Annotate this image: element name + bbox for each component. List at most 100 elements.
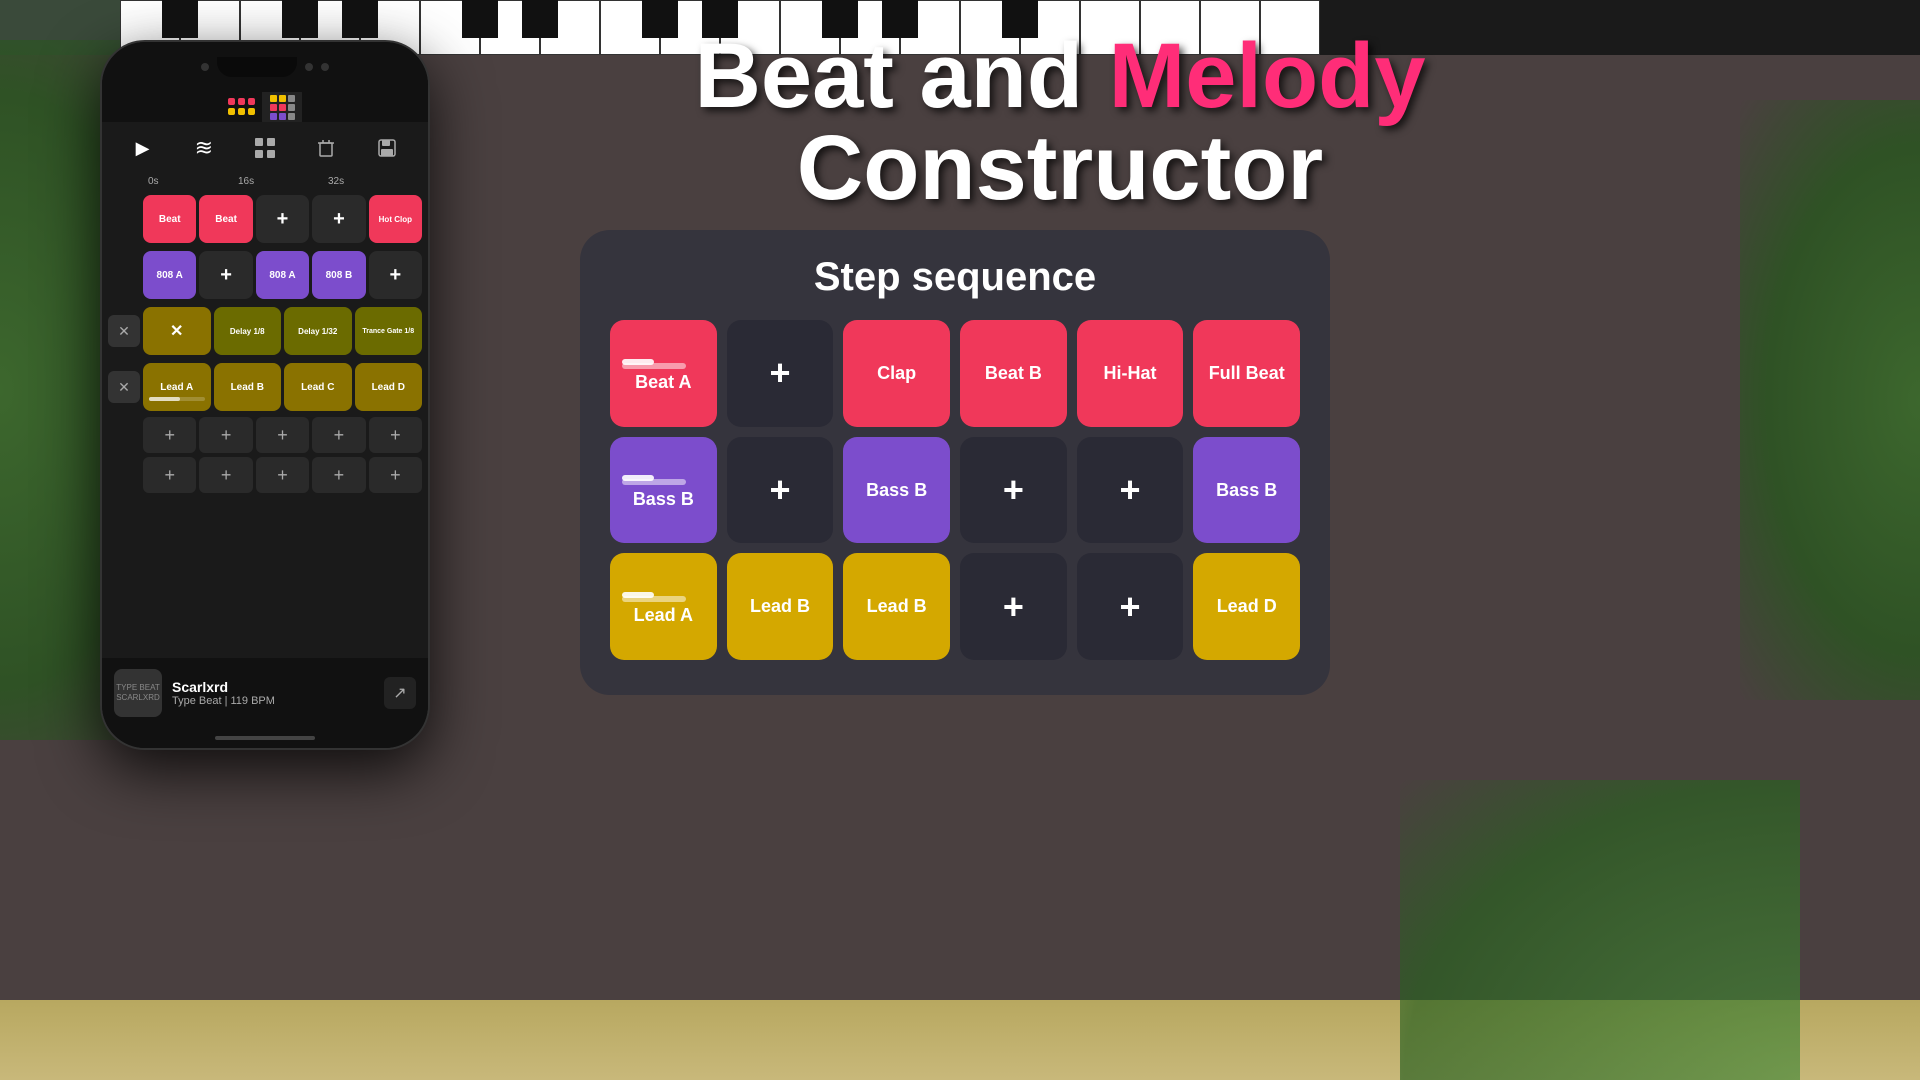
tl-beat-1[interactable]: Beat bbox=[143, 195, 196, 243]
tl-lead-d[interactable]: Lead D bbox=[355, 363, 423, 411]
step-grid: Beat A + Clap Beat B Hi-Hat Full Beat Ba… bbox=[610, 320, 1300, 660]
step-lead-d[interactable]: Lead D bbox=[1193, 553, 1300, 660]
piano-black-key bbox=[1002, 0, 1038, 38]
save-icon bbox=[377, 138, 397, 158]
grid-icon bbox=[270, 95, 295, 120]
piano-black-key bbox=[702, 0, 738, 38]
grid-dot bbox=[288, 113, 295, 120]
player-info: Scarlxrd Type Beat | 119 BPM bbox=[172, 679, 374, 707]
tl-add-btn-3[interactable]: + bbox=[256, 417, 309, 453]
step-beat-b[interactable]: Beat B bbox=[960, 320, 1067, 427]
step-plus-4[interactable]: + bbox=[1077, 437, 1184, 544]
tl-plus-2[interactable]: + bbox=[312, 195, 365, 243]
leaf-right-decoration bbox=[1740, 100, 1920, 700]
timeline-label-0s: 0s bbox=[112, 176, 238, 187]
trash-icon bbox=[316, 138, 336, 158]
timeline-row-delete-lead[interactable]: ✕ bbox=[108, 371, 140, 403]
add-row-2: + + + + + bbox=[108, 457, 422, 493]
tl-add-btn-9[interactable]: + bbox=[312, 457, 365, 493]
trash-button[interactable] bbox=[308, 130, 344, 166]
step-lead-b-2[interactable]: Lead B bbox=[843, 553, 950, 660]
step-hihat[interactable]: Hi-Hat bbox=[1077, 320, 1184, 427]
step-plus-3[interactable]: + bbox=[960, 437, 1067, 544]
step-lead-a[interactable]: Lead A bbox=[610, 553, 717, 660]
step-clap[interactable]: Clap bbox=[843, 320, 950, 427]
color-dot-yellow3 bbox=[248, 108, 255, 115]
step-bass-b-1[interactable]: Bass B bbox=[610, 437, 717, 544]
tl-delay-1[interactable]: Delay 1/8 bbox=[214, 307, 282, 355]
tl-808a-2[interactable]: 808 A bbox=[256, 251, 309, 299]
title-area: Beat and Melody Constructor bbox=[600, 30, 1520, 214]
tl-trance-gate[interactable]: Trance Gate 1/8 bbox=[355, 307, 423, 355]
step-plus-1[interactable]: + bbox=[727, 320, 834, 427]
tl-add-btn-10[interactable]: + bbox=[369, 457, 422, 493]
step-sequence-panel: Step sequence Beat A + Clap Beat B Hi-Ha… bbox=[580, 230, 1330, 695]
timeline-row-delete-beat[interactable] bbox=[108, 203, 140, 235]
phone-screen: ▶ ≋ bbox=[102, 92, 428, 728]
tl-add-btn-2[interactable]: + bbox=[199, 417, 252, 453]
tl-x-cell[interactable]: ✕ bbox=[143, 307, 211, 355]
timeline-row-lead: ✕ Lead A Lead B Lead C Lead D bbox=[108, 361, 422, 413]
step-bass-b-2[interactable]: Bass B bbox=[843, 437, 950, 544]
phone-dot bbox=[305, 63, 313, 71]
home-indicator bbox=[215, 736, 315, 740]
step-lead-b-1[interactable]: Lead B bbox=[727, 553, 834, 660]
tl-add-btn-7[interactable]: + bbox=[199, 457, 252, 493]
leaf-bottom-right-decoration bbox=[1400, 780, 1800, 1080]
save-button[interactable] bbox=[369, 130, 405, 166]
title-melody: Melody bbox=[1109, 25, 1426, 127]
piano-black-key bbox=[162, 0, 198, 38]
color-dot-red3 bbox=[248, 98, 255, 105]
step-plus-2[interactable]: + bbox=[727, 437, 834, 544]
tl-lead-c[interactable]: Lead C bbox=[284, 363, 352, 411]
grid-dot bbox=[279, 113, 286, 120]
grid-dot bbox=[270, 113, 277, 120]
add-row-1: + + + + + bbox=[108, 417, 422, 453]
export-button[interactable]: ↗ bbox=[384, 677, 416, 709]
player-thumbnail: TYPE BEATSCARLXRD bbox=[114, 669, 162, 717]
grid-dot bbox=[279, 104, 286, 111]
grid-dot bbox=[288, 104, 295, 111]
tl-808b[interactable]: 808 B bbox=[312, 251, 365, 299]
timeline-label-32s: 32s bbox=[328, 176, 418, 187]
timeline-row-delete-fx[interactable]: ✕ bbox=[108, 315, 140, 347]
grid-button[interactable] bbox=[247, 130, 283, 166]
tl-add-btn-4[interactable]: + bbox=[312, 417, 365, 453]
phone-timeline: 0s 16s 32s Beat Beat + + Hot Clop 808 A … bbox=[102, 174, 428, 658]
tl-hot-clop[interactable]: Hot Clop bbox=[369, 195, 422, 243]
tl-add-btn-6[interactable]: + bbox=[143, 457, 196, 493]
grid-dot bbox=[288, 95, 295, 102]
grid-icon bbox=[254, 137, 276, 159]
phone-top-icons bbox=[102, 92, 428, 122]
timeline-row-delete-808[interactable] bbox=[108, 259, 140, 291]
tl-add-btn-5[interactable]: + bbox=[369, 417, 422, 453]
grid-dot bbox=[270, 104, 277, 111]
color-dot-red2 bbox=[238, 98, 245, 105]
tl-lead-a[interactable]: Lead A bbox=[143, 363, 211, 411]
lead-a-mini-slider bbox=[149, 397, 205, 401]
tl-add-btn-1[interactable]: + bbox=[143, 417, 196, 453]
waves-button[interactable]: ≋ bbox=[186, 130, 222, 166]
tl-delay-2[interactable]: Delay 1/32 bbox=[284, 307, 352, 355]
step-plus-5[interactable]: + bbox=[960, 553, 1067, 660]
tl-808a-1[interactable]: 808 A bbox=[143, 251, 196, 299]
phone-home-bar bbox=[102, 728, 428, 748]
step-plus-6[interactable]: + bbox=[1077, 553, 1184, 660]
title-beat-and: Beat and bbox=[694, 25, 1108, 127]
tl-add-btn-8[interactable]: + bbox=[256, 457, 309, 493]
tl-plus-4[interactable]: + bbox=[369, 251, 422, 299]
color-grid-icon bbox=[228, 98, 256, 116]
step-full-beat[interactable]: Full Beat bbox=[1193, 320, 1300, 427]
timeline-label-16s: 16s bbox=[238, 176, 328, 187]
piano-black-key bbox=[282, 0, 318, 38]
play-button[interactable]: ▶ bbox=[125, 130, 161, 166]
step-bass-b-3[interactable]: Bass B bbox=[1193, 437, 1300, 544]
step-beat-a[interactable]: Beat A bbox=[610, 320, 717, 427]
tl-beat-2[interactable]: Beat bbox=[199, 195, 252, 243]
grid-dot bbox=[279, 95, 286, 102]
piano-black-key bbox=[342, 0, 378, 38]
tl-plus-1[interactable]: + bbox=[256, 195, 309, 243]
color-dot-red1 bbox=[228, 98, 235, 105]
tl-lead-b-1[interactable]: Lead B bbox=[214, 363, 282, 411]
tl-plus-3[interactable]: + bbox=[199, 251, 252, 299]
